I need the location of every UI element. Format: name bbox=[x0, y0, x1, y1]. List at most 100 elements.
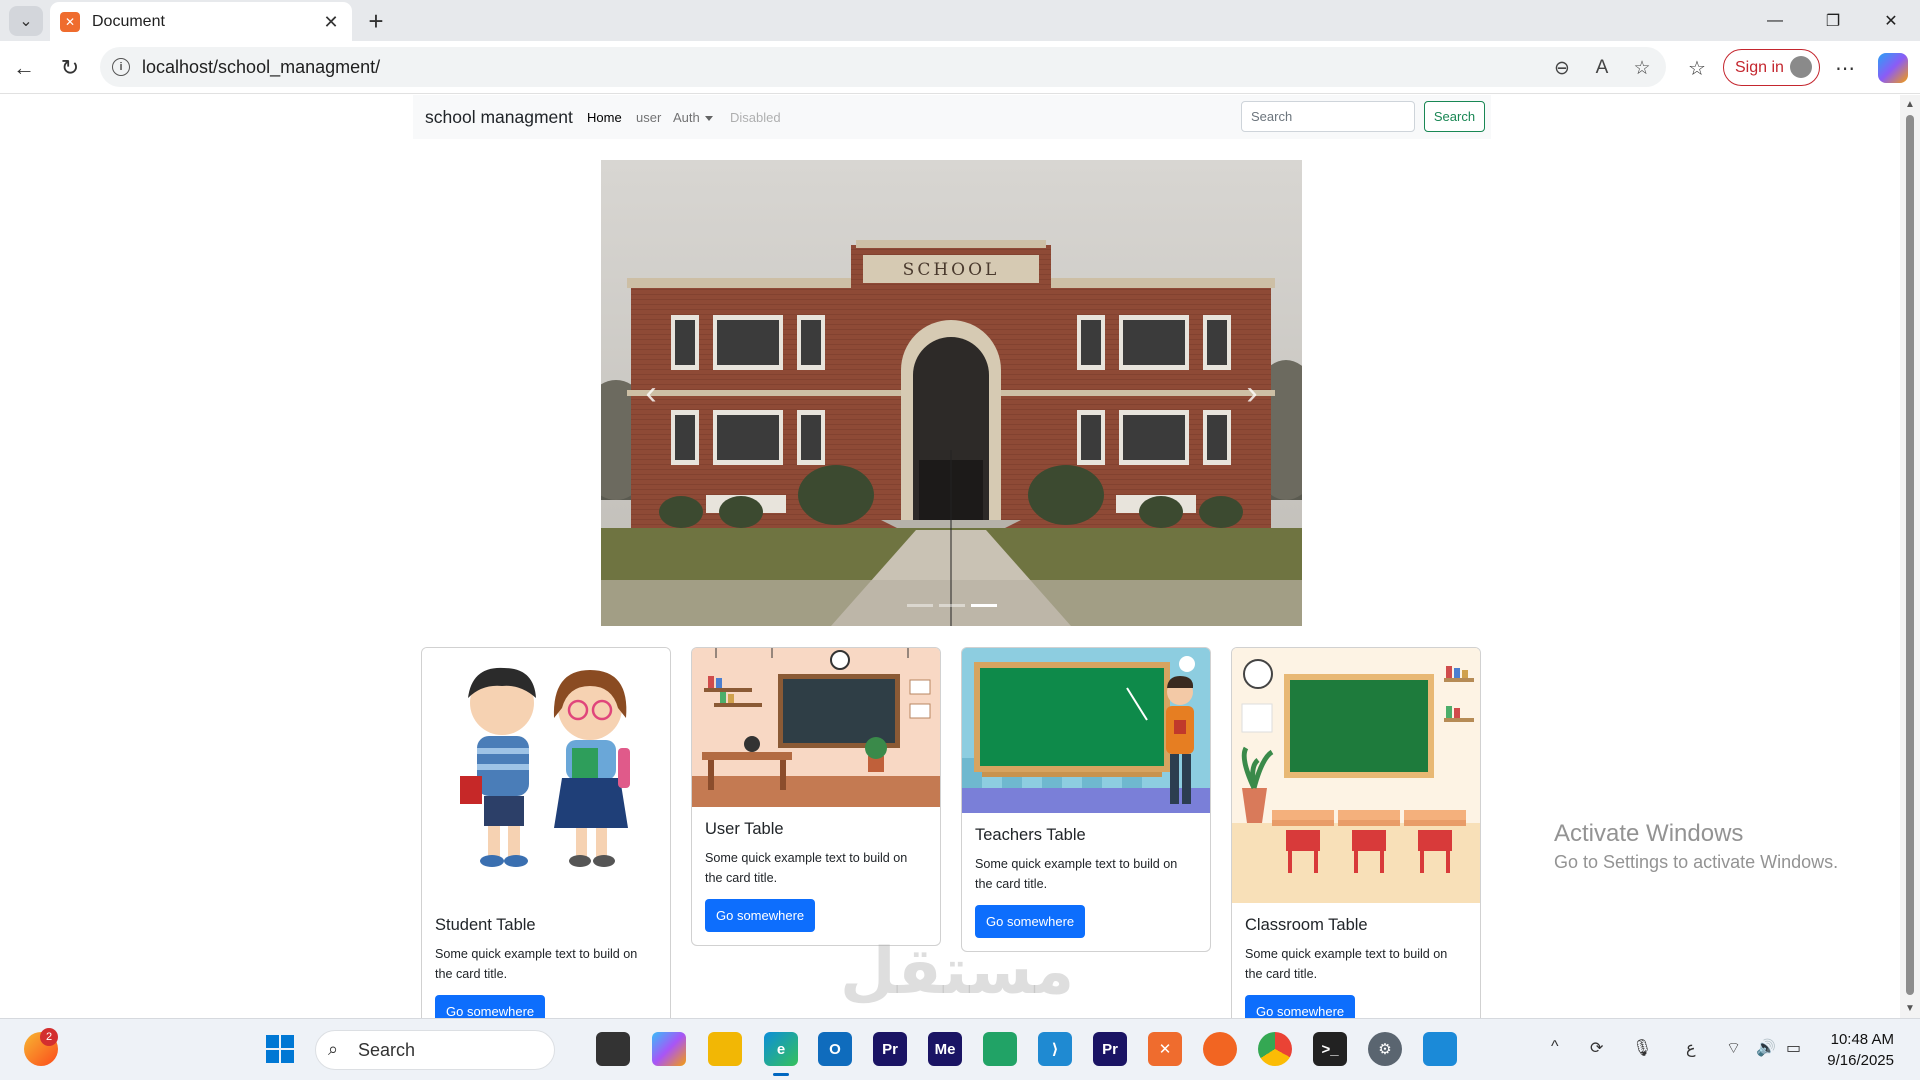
sync-icon[interactable]: ⟳ bbox=[1590, 1038, 1603, 1058]
clock-date: 9/16/2025 bbox=[1827, 1052, 1894, 1069]
premiere-pro-icon[interactable]: Pr bbox=[1093, 1032, 1127, 1066]
nav-disabled: Disabled bbox=[730, 110, 781, 125]
go-somewhere-button[interactable]: Go somewhere bbox=[975, 905, 1086, 938]
favorites-icon[interactable]: ☆ bbox=[1680, 51, 1714, 85]
terminal-icon[interactable]: >_ bbox=[1313, 1032, 1347, 1066]
classroom-illustration bbox=[692, 648, 940, 807]
sign-in-label: Sign in bbox=[1735, 58, 1784, 76]
taskbar-search-label: Search bbox=[358, 1039, 416, 1060]
battery-icon[interactable]: ▭ bbox=[1786, 1038, 1801, 1058]
site-info-icon[interactable]: i bbox=[112, 58, 130, 76]
carousel-indicator-active[interactable] bbox=[970, 604, 997, 607]
snipping-tool-icon[interactable] bbox=[1423, 1032, 1457, 1066]
school-building-image: SCHOOL bbox=[601, 160, 1302, 626]
media-encoder-icon[interactable]: Me bbox=[928, 1032, 962, 1066]
browser-tab[interactable]: ✕ Document ✕ bbox=[50, 2, 352, 41]
site-navbar: school managment Home user Auth Disabled… bbox=[413, 95, 1491, 139]
outlook-icon[interactable]: O bbox=[818, 1032, 852, 1066]
scroll-down-icon[interactable]: ▼ bbox=[1905, 1003, 1915, 1014]
card-title: Teachers Table bbox=[975, 826, 1086, 844]
read-aloud-icon[interactable]: A bbox=[1588, 54, 1616, 82]
tab-title: Document bbox=[92, 12, 165, 30]
back-button[interactable]: ← bbox=[7, 51, 41, 85]
page-viewport: school managment Home user Auth Disabled… bbox=[5, 95, 1900, 1018]
school-sign: SCHOOL bbox=[903, 260, 1000, 280]
sign-in-button[interactable]: Sign in bbox=[1723, 49, 1820, 86]
start-icon[interactable] bbox=[263, 1032, 297, 1066]
browser-toolbar: ← ↻ i localhost/school_managment/ ⊖ A ☆ … bbox=[0, 41, 1920, 94]
minimize-button[interactable]: — bbox=[1752, 0, 1798, 41]
close-window-button[interactable]: ✕ bbox=[1868, 0, 1914, 41]
activate-windows-overlay: Activate Windows Go to Settings to activ… bbox=[1554, 820, 1838, 873]
favorite-star-icon[interactable]: ☆ bbox=[1628, 54, 1656, 82]
card-title: Classroom Table bbox=[1245, 916, 1368, 934]
search-button[interactable]: Search bbox=[1424, 101, 1485, 132]
card-title: Student Table bbox=[435, 916, 536, 934]
go-somewhere-button[interactable]: Go somewhere bbox=[1245, 995, 1356, 1018]
nav-auth-dropdown[interactable]: Auth bbox=[673, 110, 713, 125]
address-bar[interactable]: i localhost/school_managment/ ⊖ A ☆ bbox=[100, 47, 1666, 87]
vscode-icon[interactable]: ⟩ bbox=[1038, 1032, 1072, 1066]
task-view-icon[interactable] bbox=[596, 1032, 630, 1066]
card-text: Some quick example text to build on the … bbox=[975, 857, 1178, 891]
mic-muted-icon[interactable]: 🎙 bbox=[1632, 1038, 1652, 1058]
search-input[interactable]: Search bbox=[1241, 101, 1415, 132]
active-app-indicator bbox=[773, 1073, 789, 1076]
edge-icon[interactable]: e bbox=[764, 1032, 798, 1066]
caret-down-icon bbox=[704, 116, 713, 122]
nav-home[interactable]: Home bbox=[587, 110, 622, 125]
copilot-app-icon[interactable] bbox=[652, 1032, 686, 1066]
nav-user[interactable]: user bbox=[636, 110, 661, 125]
postman-icon[interactable] bbox=[1203, 1032, 1237, 1066]
show-hidden-icons-icon[interactable]: ^ bbox=[1551, 1038, 1559, 1056]
go-somewhere-button[interactable]: Go somewhere bbox=[435, 995, 546, 1018]
restore-button[interactable]: ❐ bbox=[1810, 0, 1856, 41]
student-card: Student Table Some quick example text to… bbox=[421, 647, 671, 1018]
chrome-icon[interactable] bbox=[1258, 1032, 1292, 1066]
system-clock[interactable]: 10:48 AM 9/16/2025 bbox=[1810, 1029, 1894, 1071]
scroll-thumb[interactable] bbox=[1906, 115, 1914, 995]
xampp-taskbar-icon[interactable]: ✕ bbox=[1148, 1032, 1182, 1066]
tab-actions-menu-icon[interactable]: ⌄ bbox=[9, 6, 43, 36]
card-text: Some quick example text to build on the … bbox=[1245, 947, 1448, 981]
volume-icon[interactable]: 🔊 bbox=[1756, 1038, 1776, 1058]
students-illustration bbox=[460, 667, 630, 867]
more-options-icon[interactable]: ⋯ bbox=[1828, 51, 1862, 85]
carousel-indicator[interactable] bbox=[938, 604, 965, 607]
teacher-illustration bbox=[962, 648, 1210, 813]
carousel-next-icon[interactable]: › bbox=[1202, 160, 1302, 626]
card-text: Some quick example text to build on the … bbox=[705, 851, 908, 885]
notification-badge: 2 bbox=[40, 1028, 58, 1046]
zoom-icon[interactable]: ⊖ bbox=[1548, 54, 1576, 82]
new-tab-button[interactable]: + bbox=[360, 5, 392, 37]
file-explorer-icon[interactable] bbox=[708, 1032, 742, 1066]
copilot-icon[interactable] bbox=[1878, 53, 1908, 83]
keyboard-language[interactable]: ع bbox=[1686, 1038, 1696, 1058]
scroll-up-icon[interactable]: ▲ bbox=[1905, 99, 1915, 110]
mostaql-watermark: مستقل bbox=[840, 935, 1075, 1009]
page-scrollbar[interactable]: ▲ ▼ bbox=[1900, 95, 1920, 1018]
premiere-icon[interactable]: Pr bbox=[873, 1032, 907, 1066]
profile-avatar-icon bbox=[1790, 56, 1812, 78]
carousel-indicators bbox=[601, 604, 1302, 607]
card-text: Some quick example text to build on the … bbox=[435, 947, 638, 981]
teachers-card: Teachers Table Some quick example text t… bbox=[961, 647, 1211, 952]
user-card: User Table Some quick example text to bu… bbox=[691, 647, 941, 946]
browser-tab-bar: ⌄ ✕ Document ✕ + — ❐ ✕ bbox=[0, 0, 1920, 41]
taskbar-search[interactable]: ⌕ Search bbox=[315, 1030, 555, 1070]
carousel-prev-icon[interactable]: ‹ bbox=[601, 160, 701, 626]
empty-classroom-illustration bbox=[1232, 648, 1480, 903]
classroom-card: Classroom Table Some quick example text … bbox=[1231, 647, 1481, 1018]
search-icon: ⌕ bbox=[328, 1039, 339, 1059]
windows-taskbar: ⌕ Search e O Pr Me ⟩ Pr ✕ >_ ⚙ ^ ⟳ 🎙 ع ⌔… bbox=[0, 1018, 1920, 1080]
refresh-button[interactable]: ↻ bbox=[53, 51, 87, 85]
wifi-icon[interactable]: ⌔ bbox=[1726, 1038, 1741, 1058]
card-title: User Table bbox=[705, 820, 784, 838]
hero-carousel: SCHOOL ‹ › bbox=[601, 160, 1302, 626]
site-brand[interactable]: school managment bbox=[425, 107, 573, 128]
camtasia-icon[interactable] bbox=[983, 1032, 1017, 1066]
go-somewhere-button[interactable]: Go somewhere bbox=[705, 899, 816, 932]
settings-gear-icon[interactable]: ⚙ bbox=[1368, 1032, 1402, 1066]
close-tab-icon[interactable]: ✕ bbox=[320, 11, 342, 33]
carousel-indicator[interactable] bbox=[906, 604, 933, 607]
